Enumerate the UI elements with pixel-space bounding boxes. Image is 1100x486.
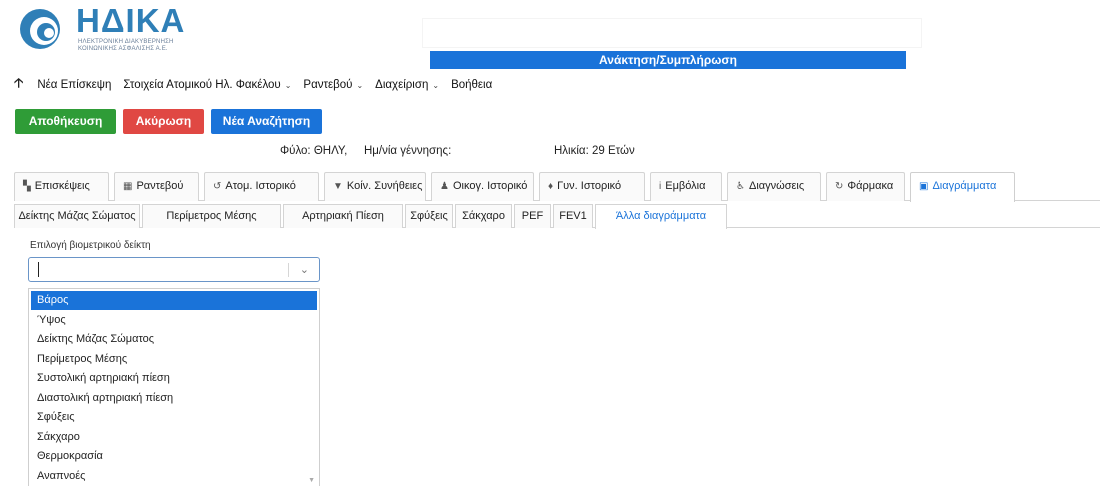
- history-icon: ↺: [213, 181, 222, 192]
- tab-label: Φάρμακα: [847, 180, 894, 192]
- menu-item[interactable]: Νέα Επίσκεψη: [37, 79, 111, 91]
- biometric-select[interactable]: ⌄: [28, 257, 320, 282]
- patient-age: Ηλικία: 29 Ετών: [554, 145, 635, 157]
- patient-dob-value: [480, 144, 550, 158]
- menu-item[interactable]: Ραντεβού ⌄: [303, 79, 363, 91]
- logo-subtitle-line2: ΚΟΙΝΩΝΙΚΗΣ ΑΣΦΑΛΙΣΗΣ Α.Ε.: [78, 46, 168, 52]
- idika-logo: ΗΔΙΚΑ ΗΛΕΚΤΡΟΝΙΚΗ ΔΙΑΚΥΒΕΡΝΗΣΗ ΚΟΙΝΩΝΙΚΗ…: [14, 2, 204, 52]
- tab-vaccine[interactable]: i Εμβόλια: [650, 172, 722, 201]
- patient-gender: Φύλο: ΘΗΛΥ,: [280, 145, 348, 157]
- logo-title: ΗΔΙΚΑ: [76, 2, 186, 39]
- patient-dob-label: Ημ/νία γέννησης:: [364, 145, 452, 157]
- sub-tab[interactable]: Άλλα διαγράμματα: [595, 204, 727, 229]
- menu-item[interactable]: Στοιχεία Ατομικού Ηλ. Φακέλου ⌄: [123, 79, 291, 91]
- dropdown-option[interactable]: Διαστολική αρτηριακή πίεση: [31, 389, 317, 408]
- main-menu: 🡡 Νέα Επίσκεψη Στοιχεία Ατομικού Ηλ. Φακέ…: [14, 74, 504, 96]
- tab-label: Ραντεβού: [136, 180, 184, 192]
- tab-calendar[interactable]: ▦ Ραντεβού: [114, 172, 199, 201]
- dropdown-option[interactable]: Βάρος: [31, 291, 317, 310]
- dropdown-option[interactable]: Σάκχαρο: [31, 428, 317, 447]
- sub-tab[interactable]: Περίμετρος Μέσης: [142, 204, 281, 228]
- biometric-select-label: Επιλογή βιομετρικού δείκτη: [30, 240, 151, 251]
- menu-item-label: Βοήθεια: [451, 79, 493, 91]
- sub-tab[interactable]: PEF: [514, 204, 551, 228]
- dropdown-option[interactable]: Σφύξεις: [31, 408, 317, 427]
- dropdown-option[interactable]: Θερμοκρασία: [31, 447, 317, 466]
- biometric-dropdown-list: ▼ Βάρος Ύψος Δείκτης Μάζας Σώματος Περίμετρ…: [28, 288, 320, 486]
- logo-subtitle-line1: ΗΛΕΚΤΡΟΝΙΚΗ ΔΙΑΚΥΒΕΡΝΗΣΗ: [78, 39, 174, 45]
- tab-history[interactable]: ↺ Ατομ. Ιστορικό: [204, 172, 319, 201]
- tab-label: Διαγνώσεις: [748, 180, 805, 192]
- chevron-down-icon: ⌄: [356, 80, 364, 90]
- chevron-down-icon[interactable]: ⌄: [300, 263, 309, 276]
- tab-label: Οικογ. Ιστορικό: [452, 180, 528, 192]
- tab-label: Επισκέψεις: [34, 180, 90, 192]
- menu-item-label: Ραντεβού: [303, 79, 353, 91]
- dropdown-option[interactable]: Αναπνοές: [31, 467, 317, 486]
- dropdown-option[interactable]: Συστολική αρτηριακή πίεση: [31, 369, 317, 388]
- dropdown-option[interactable]: Περίμετρος Μέσης: [31, 350, 317, 369]
- chart-sub-tabs: Δείκτης Μάζας Σώματος Περίμετρος Μέσης Αρτ…: [14, 204, 1100, 229]
- dropdown-option[interactable]: Ύψος: [31, 311, 317, 330]
- chevron-down-icon: ⌄: [284, 80, 292, 90]
- sub-tab[interactable]: Αρτηριακή Πίεση: [283, 204, 403, 228]
- diagnosis-icon: ♿: [736, 181, 745, 192]
- tab-chart[interactable]: ▣ Διαγράμματα: [910, 172, 1015, 202]
- logo-swirl-icon: [20, 9, 60, 49]
- text-cursor: [38, 262, 39, 277]
- menu-item-label: Διαχείριση: [375, 79, 429, 91]
- select-divider: [288, 263, 289, 277]
- header-blank-area: [422, 18, 922, 48]
- tab-visits[interactable]: ▚ Επισκέψεις: [14, 172, 109, 201]
- tab-gyn[interactable]: ♦ Γυν. Ιστορικό: [539, 172, 645, 201]
- menu-item-label: Στοιχεία Ατομικού Ηλ. Φακέλου: [123, 79, 281, 91]
- medicine-icon: ↻: [835, 181, 844, 192]
- menu-item[interactable]: Διαχείριση ⌄: [375, 79, 439, 91]
- menu-item-label: Νέα Επίσκεψη: [37, 79, 112, 91]
- sub-tab[interactable]: Σάκχαρο: [455, 204, 512, 228]
- tab-label: Εμβόλια: [665, 180, 706, 192]
- menu-item[interactable]: Βοήθεια: [451, 79, 492, 91]
- tab-medicine[interactable]: ↻ Φάρμακα: [826, 172, 905, 201]
- filter-icon: ▼: [333, 181, 343, 192]
- header-banner: Ανάκτηση/Συμπλήρωση: [430, 51, 906, 69]
- tab-label: Διαγράμματα: [932, 180, 997, 192]
- chart-icon: ▣: [919, 181, 929, 192]
- arrow-up-icon[interactable]: 🡡: [14, 74, 23, 96]
- vaccine-icon: i: [659, 181, 662, 192]
- cancel-button[interactable]: Ακύρωση: [123, 109, 204, 134]
- gyn-icon: ♦: [548, 181, 554, 192]
- sub-tab[interactable]: Σφύξεις: [405, 204, 453, 228]
- sub-tab[interactable]: FEV1: [553, 204, 593, 228]
- tab-label: Κοίν. Συνήθειες: [346, 180, 423, 192]
- chevron-down-icon: ⌄: [432, 80, 440, 90]
- calendar-icon: ▦: [123, 181, 133, 192]
- tab-diagnosis[interactable]: ♿ Διαγνώσεις: [727, 172, 821, 201]
- new-search-button[interactable]: Νέα Αναζήτηση: [211, 109, 322, 134]
- tab-label: Γυν. Ιστορικό: [557, 180, 622, 192]
- visits-icon: ▚: [23, 181, 31, 192]
- main-tabs: ▚ Επισκέψεις ▦ Ραντεβού ↺ Ατομ. Ιστορικό ▼ Κοίν…: [14, 172, 1100, 202]
- sub-tab[interactable]: Δείκτης Μάζας Σώματος: [14, 204, 140, 228]
- dropdown-option[interactable]: Δείκτης Μάζας Σώματος: [31, 330, 317, 349]
- save-button[interactable]: Αποθήκευση: [15, 109, 116, 134]
- tab-filter[interactable]: ▼ Κοίν. Συνήθειες: [324, 172, 426, 201]
- tab-label: Ατομ. Ιστορικό: [225, 180, 296, 192]
- family-icon: ♟: [440, 181, 449, 192]
- patient-info-bar: Φύλο: ΘΗΛΥ, Ημ/νία γέννησης: Ηλικία: 29 …: [14, 144, 654, 158]
- tab-family[interactable]: ♟ Οικογ. Ιστορικό: [431, 172, 534, 201]
